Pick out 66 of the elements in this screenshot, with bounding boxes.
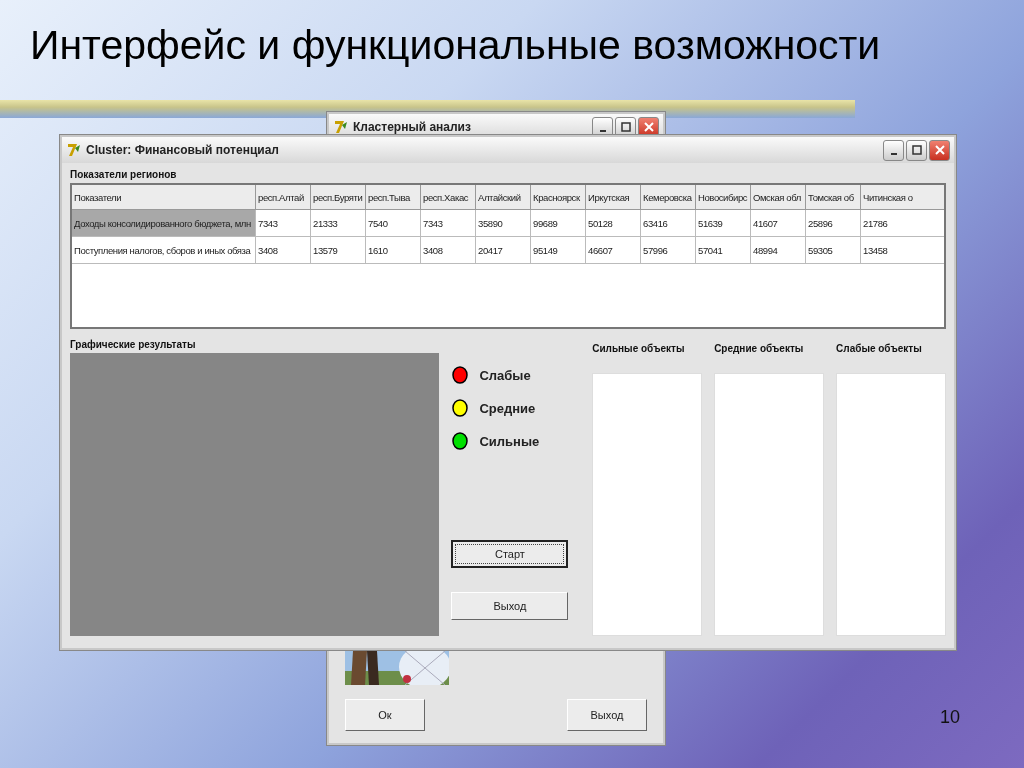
window-title: Кластерный анализ bbox=[353, 120, 472, 134]
column-header[interactable]: Омская обл bbox=[751, 185, 806, 210]
column-header[interactable]: респ.Хакас bbox=[421, 185, 476, 210]
table-cell: 50128 bbox=[586, 210, 641, 237]
column-header[interactable]: Кемеровска bbox=[641, 185, 696, 210]
table-cell: 20417 bbox=[476, 237, 531, 264]
column-header[interactable]: Алтайский bbox=[476, 185, 531, 210]
table-cell: Доходы консолидированного бюджета, млн bbox=[72, 210, 256, 237]
minimize-button[interactable] bbox=[883, 139, 904, 161]
minimize-icon bbox=[599, 130, 606, 132]
column-header[interactable]: респ.Тыва bbox=[366, 185, 421, 210]
maximize-icon bbox=[618, 120, 633, 134]
column-header[interactable]: Читинская о bbox=[861, 185, 944, 210]
table-cell: 51639 bbox=[696, 210, 751, 237]
table-cell: 57041 bbox=[696, 237, 751, 264]
column-header[interactable]: респ.Буряти bbox=[311, 185, 366, 210]
table-cell: 95149 bbox=[531, 237, 586, 264]
close-button[interactable] bbox=[929, 139, 950, 161]
legend-label: Сильные bbox=[479, 433, 540, 449]
action-button[interactable]: Старт bbox=[451, 540, 569, 568]
list-label: Слабые объекты bbox=[836, 343, 923, 356]
table-cell: 7343 bbox=[256, 210, 311, 237]
legend-label: Средние bbox=[479, 400, 536, 416]
maximize-icon bbox=[909, 143, 924, 157]
close-icon bbox=[932, 143, 947, 157]
table-cell: 57996 bbox=[641, 237, 696, 264]
table-cell: 21786 bbox=[861, 210, 944, 237]
column-header[interactable]: респ.Алтай bbox=[256, 185, 311, 210]
page-number: 10 bbox=[940, 707, 961, 728]
slide-title: Интерфейс и функциональные возможности bbox=[30, 22, 881, 69]
table-cell: 7343 bbox=[421, 210, 476, 237]
app-icon bbox=[333, 119, 349, 135]
minimize-icon bbox=[890, 153, 897, 155]
action-button[interactable]: Выход bbox=[451, 592, 569, 620]
table-cell: 25896 bbox=[806, 210, 861, 237]
table-cell: 13458 bbox=[861, 237, 944, 264]
column-header[interactable]: Иркутская bbox=[586, 185, 641, 210]
table-cell: 46607 bbox=[586, 237, 641, 264]
column-header[interactable]: Новосибирс bbox=[696, 185, 751, 210]
window-title: Cluster: Финансовый потенциал bbox=[86, 143, 280, 157]
table-cell: 63416 bbox=[641, 210, 696, 237]
app-icon bbox=[66, 142, 82, 158]
table-cell: 35890 bbox=[476, 210, 531, 237]
list-label: Сильные объекты bbox=[592, 343, 686, 356]
column-header[interactable]: Показатели bbox=[72, 185, 256, 210]
table-cell: 1610 bbox=[366, 237, 421, 264]
table-cell: Поступления налогов, сборов и иных обяза bbox=[72, 237, 256, 264]
column-header[interactable]: Томская об bbox=[806, 185, 861, 210]
table-cell: 21333 bbox=[311, 210, 366, 237]
table-cell: 3408 bbox=[256, 237, 311, 264]
section-label: Графические результаты bbox=[70, 339, 197, 352]
list-label: Средние объекты bbox=[714, 343, 805, 356]
column-header[interactable]: Красноярск bbox=[531, 185, 586, 210]
table-cell: 99689 bbox=[531, 210, 586, 237]
table-cell: 41607 bbox=[751, 210, 806, 237]
section-label: Показатели регионов bbox=[70, 169, 178, 182]
legend-label: Слабые bbox=[479, 367, 531, 383]
dialog-button[interactable]: Выход bbox=[567, 699, 647, 731]
table-cell: 59305 bbox=[806, 237, 861, 264]
table-cell: 13579 bbox=[311, 237, 366, 264]
table-cell: 48994 bbox=[751, 237, 806, 264]
maximize-button[interactable] bbox=[906, 139, 927, 161]
dialog-button[interactable]: Ок bbox=[345, 699, 425, 731]
table-cell: 3408 bbox=[421, 237, 476, 264]
close-icon bbox=[641, 120, 656, 134]
table-cell: 7540 bbox=[366, 210, 421, 237]
